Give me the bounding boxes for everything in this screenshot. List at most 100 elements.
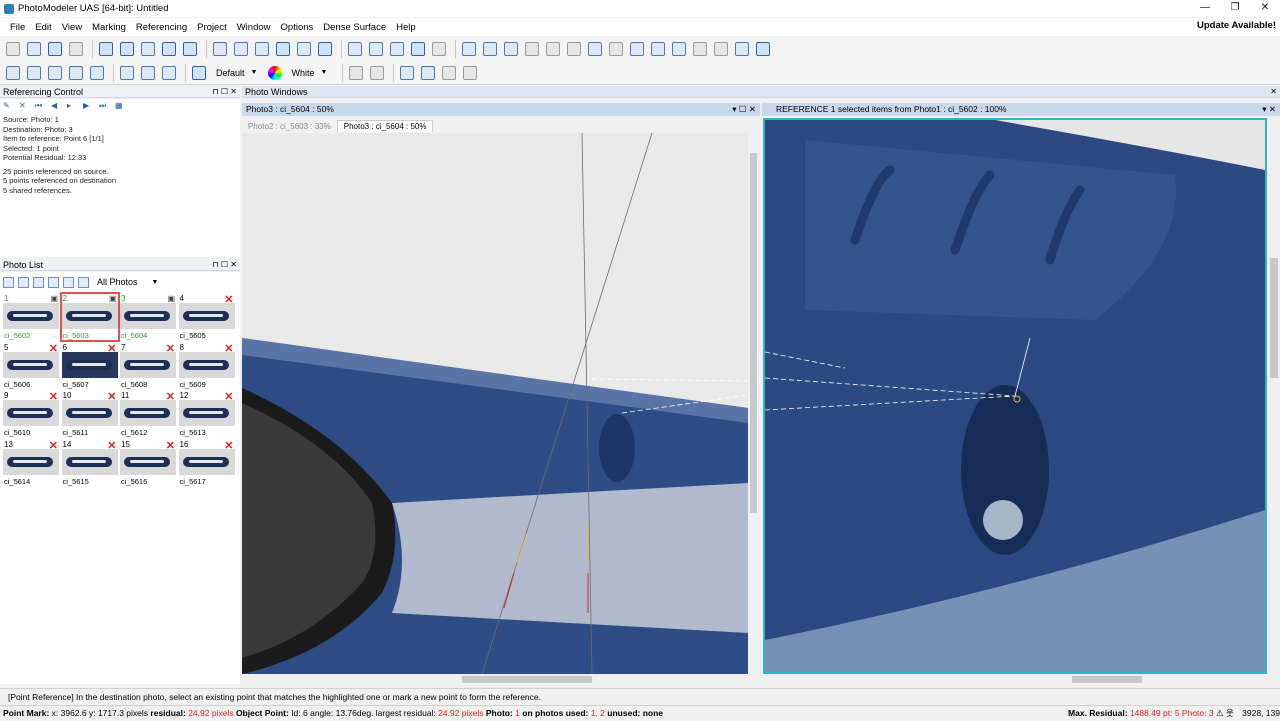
close-button[interactable]: ✕: [1250, 0, 1280, 17]
menu-help[interactable]: Help: [396, 22, 416, 33]
mark-points-button[interactable]: [139, 40, 157, 58]
filter-icon[interactable]: [33, 276, 44, 288]
thumbnail-icon[interactable]: [63, 276, 74, 288]
surface-tool-button[interactable]: [253, 40, 271, 58]
photo-thumbnail[interactable]: 6 ci_5607 ✕: [61, 343, 118, 389]
select-region-button[interactable]: [118, 40, 136, 58]
photo-view-button-3[interactable]: [46, 64, 64, 82]
first-icon[interactable]: ⏮: [35, 101, 47, 113]
disabled-tool-button-1[interactable]: [523, 40, 541, 58]
photo-thumbnail[interactable]: 9 ci_5610 ✕: [3, 391, 59, 437]
measure-button[interactable]: [346, 40, 364, 58]
menu-referencing[interactable]: Referencing: [136, 22, 187, 33]
panel-buttons[interactable]: ✕: [1270, 86, 1277, 98]
right-vertical-scrollbar[interactable]: [1268, 118, 1280, 674]
layer-icon-button[interactable]: [190, 64, 208, 82]
scroll-thumb[interactable]: [1270, 258, 1278, 378]
pane-buttons[interactable]: ▾ ✕: [1262, 103, 1276, 116]
refresh-icon[interactable]: [48, 276, 59, 288]
photo-view-button-4[interactable]: [67, 64, 85, 82]
zoom-fit-button[interactable]: [398, 64, 416, 82]
add-point-button[interactable]: [181, 40, 199, 58]
menu-project[interactable]: Project: [197, 22, 227, 33]
photo-thumbnail[interactable]: 2 ci_5603 ▣: [59, 292, 120, 342]
image-tool-button[interactable]: [628, 40, 646, 58]
display-button-1[interactable]: [118, 64, 136, 82]
photo-thumbnail[interactable]: 13 ci_5614 ✕: [3, 440, 59, 486]
delete-button[interactable]: [160, 40, 178, 58]
maximize-button[interactable]: ❐: [1220, 0, 1250, 17]
cylinder-tool-button[interactable]: [274, 40, 292, 58]
disabled-tool-button-5[interactable]: [691, 40, 709, 58]
select-tool-button[interactable]: [97, 40, 115, 58]
view-mode-icon[interactable]: [3, 276, 14, 288]
menu-view[interactable]: View: [62, 22, 82, 33]
prev-icon[interactable]: ◀: [51, 101, 63, 113]
scroll-thumb[interactable]: [1072, 676, 1142, 683]
edit-tool-button[interactable]: [649, 40, 667, 58]
mesh-tool-button[interactable]: [670, 40, 688, 58]
sort-icon[interactable]: [18, 276, 29, 288]
menu-options[interactable]: Options: [281, 22, 314, 33]
zoom-window-button[interactable]: [461, 64, 479, 82]
reference-mode-button[interactable]: [316, 40, 334, 58]
menu-marking[interactable]: Marking: [92, 22, 126, 33]
photo-thumbnail[interactable]: 4 ci_5605 ✕: [178, 294, 235, 340]
tile-windows-button[interactable]: [481, 40, 499, 58]
view-3d-button[interactable]: [460, 40, 478, 58]
remove-icon[interactable]: ✕: [19, 101, 31, 113]
options-icon[interactable]: ▦: [115, 101, 127, 113]
table-view-button[interactable]: [502, 40, 520, 58]
list-icon[interactable]: [78, 276, 89, 288]
left-vertical-scrollbar[interactable]: [748, 133, 759, 674]
process-button[interactable]: [409, 40, 427, 58]
tab-photo2[interactable]: Photo2 : ci_5603 : 33%: [242, 121, 337, 132]
settings-tool-button[interactable]: [733, 40, 751, 58]
pane-buttons[interactable]: ▾ ☐ ✕: [732, 103, 756, 116]
edge-tool-button[interactable]: [295, 40, 313, 58]
photo-thumbnail[interactable]: 14 ci_5615 ✕: [61, 440, 118, 486]
photo-thumbnail[interactable]: 12 ci_5613 ✕: [178, 391, 235, 437]
scroll-thumb[interactable]: [750, 153, 757, 513]
zoom-tool-button[interactable]: [368, 64, 386, 82]
photo-thumbnail[interactable]: 11 ci_5612 ✕: [120, 391, 176, 437]
zoom-out-button[interactable]: [440, 64, 458, 82]
photo-filter-select[interactable]: All Photos: [97, 277, 138, 287]
save-project-button[interactable]: [46, 40, 64, 58]
left-photo-view[interactable]: [242, 133, 748, 674]
undo-button[interactable]: [67, 40, 85, 58]
menu-window[interactable]: Window: [237, 22, 271, 33]
display-button-3[interactable]: [160, 64, 178, 82]
menu-dense-surface[interactable]: Dense Surface: [323, 22, 386, 33]
menu-file[interactable]: File: [10, 22, 25, 33]
new-project-button[interactable]: [4, 40, 22, 58]
calibrate-button[interactable]: [430, 40, 448, 58]
color-combo[interactable]: White ▼: [286, 65, 332, 81]
panel-buttons[interactable]: ⊓ ☐ ✕: [212, 259, 237, 271]
zoom-photo-button[interactable]: [388, 40, 406, 58]
clear-marks-button[interactable]: [754, 40, 772, 58]
update-available-link[interactable]: Update Available!: [1197, 20, 1276, 31]
photo-table-button[interactable]: [367, 40, 385, 58]
photo-view-button-5[interactable]: [88, 64, 106, 82]
photo-thumbnail[interactable]: 8 ci_5609 ✕: [178, 343, 235, 389]
last-icon[interactable]: ⏭: [99, 101, 111, 113]
photo-view-button-1[interactable]: [4, 64, 22, 82]
disabled-tool-button-3[interactable]: [565, 40, 583, 58]
open-project-button[interactable]: [25, 40, 43, 58]
photo-thumbnail[interactable]: 15 ci_5616 ✕: [120, 440, 176, 486]
minimize-button[interactable]: —: [1190, 0, 1220, 17]
select-icon[interactable]: ▸: [67, 101, 79, 113]
photo-view-button-2[interactable]: [25, 64, 43, 82]
next-icon[interactable]: ▶: [83, 101, 95, 113]
photo-thumbnail[interactable]: 3 ci_5604 ▣: [120, 294, 176, 340]
display-button-2[interactable]: [139, 64, 157, 82]
line-tool-button[interactable]: [211, 40, 229, 58]
layer-combo[interactable]: Default ▼: [211, 65, 262, 81]
zoom-in-button[interactable]: [419, 64, 437, 82]
panel-buttons[interactable]: ⊓ ☐ ✕: [212, 86, 237, 98]
menu-edit[interactable]: Edit: [35, 22, 51, 33]
tab-photo3[interactable]: Photo3 : ci_5604 : 50%: [336, 120, 434, 132]
photo-thumbnail[interactable]: 10 ci_5611 ✕: [61, 391, 118, 437]
photo-thumbnail[interactable]: 7 ci_5608 ✕: [120, 343, 176, 389]
